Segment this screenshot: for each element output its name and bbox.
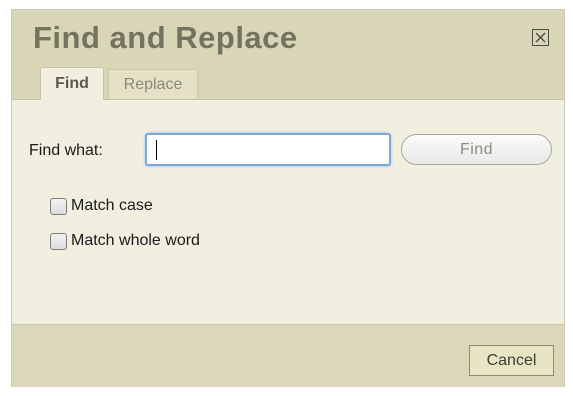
- cancel-button[interactable]: Cancel: [469, 345, 554, 376]
- find-what-label: Find what:: [29, 142, 103, 159]
- find-panel: Find what: Find Match case Match whole w…: [12, 100, 564, 324]
- text-caret: [156, 140, 157, 160]
- dialog-footer: Cancel: [12, 324, 564, 387]
- match-whole-word-label: Match whole word: [71, 232, 200, 249]
- close-icon: [535, 32, 546, 43]
- find-button[interactable]: Find: [401, 134, 552, 165]
- close-button[interactable]: [532, 29, 549, 46]
- dialog-header: Find and Replace Find Replace: [12, 10, 564, 100]
- dialog-title: Find and Replace: [33, 20, 298, 55]
- match-whole-word-checkbox[interactable]: [50, 232, 67, 250]
- match-case-label: Match case: [71, 197, 153, 214]
- tab-replace[interactable]: Replace: [108, 69, 198, 99]
- match-case-checkbox[interactable]: [50, 197, 67, 215]
- tab-find[interactable]: Find: [40, 67, 104, 100]
- find-replace-dialog: Find and Replace Find Replace Find what:…: [11, 9, 565, 387]
- match-whole-word-option[interactable]: Match whole word: [50, 230, 200, 252]
- match-case-option[interactable]: Match case: [50, 195, 153, 217]
- find-what-input[interactable]: [145, 133, 391, 166]
